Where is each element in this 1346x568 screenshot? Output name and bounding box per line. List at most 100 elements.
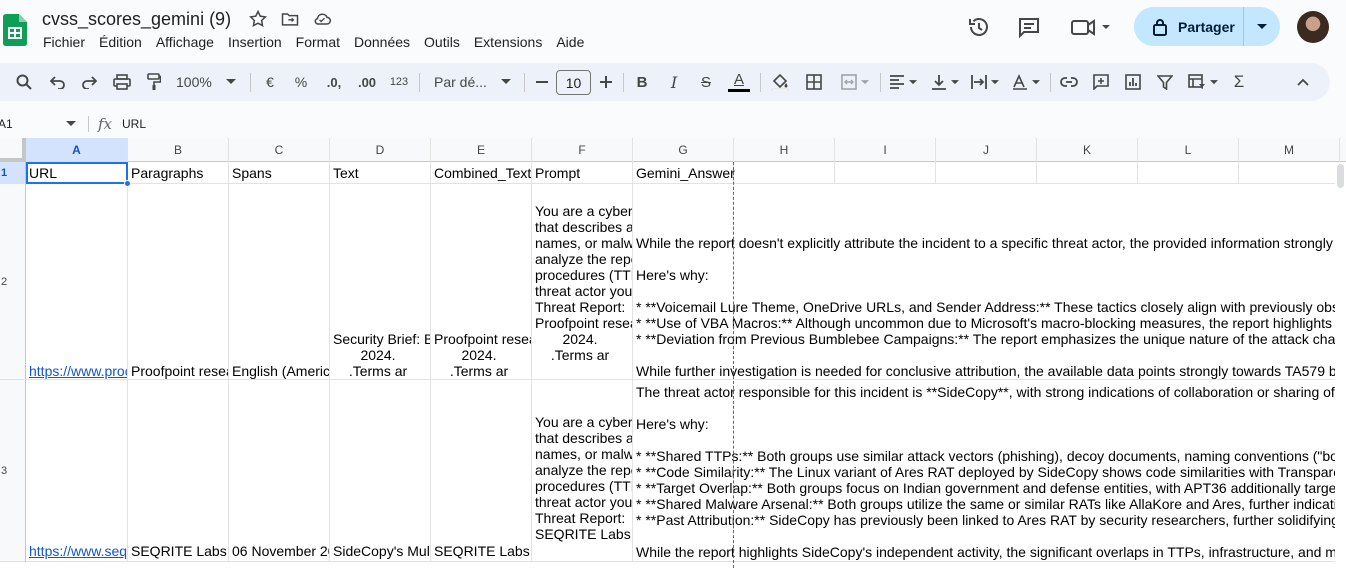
search-menu-icon[interactable] — [12, 63, 36, 101]
percent-format-button[interactable]: % — [291, 63, 311, 101]
cell-e3[interactable]: SEQRITE Labs / — [431, 380, 532, 562]
collapse-toolbar-icon[interactable] — [1292, 63, 1314, 101]
horizontal-align-icon[interactable] — [886, 63, 920, 101]
scrollbar-thumb[interactable] — [1337, 164, 1344, 188]
column-header-k[interactable]: K — [1037, 138, 1138, 162]
cell-l1[interactable] — [1138, 162, 1239, 184]
insert-link-icon[interactable] — [1058, 63, 1080, 101]
menu-edition[interactable]: Édition — [92, 34, 149, 50]
font-family-select[interactable]: Par dé... — [434, 63, 514, 101]
text-color-button[interactable]: A — [728, 63, 750, 101]
menu-format[interactable]: Format — [289, 34, 347, 50]
print-icon[interactable] — [110, 63, 134, 101]
cell-j1[interactable] — [936, 162, 1037, 184]
menu-extensions[interactable]: Extensions — [467, 34, 549, 50]
redo-icon[interactable] — [77, 63, 101, 101]
cell-b3[interactable]: SEQRITE Labs / — [128, 380, 229, 562]
insert-comment-icon[interactable] — [1090, 63, 1112, 101]
cell-c3[interactable]: 06 November 20 — [229, 380, 330, 562]
spreadsheet-grid[interactable]: A B C D E F G H I J K L M 1 2 3 URL Para… — [0, 138, 1346, 568]
column-header-d[interactable]: D — [330, 138, 431, 162]
menu-aide[interactable]: Aide — [549, 34, 591, 50]
column-header-e[interactable]: E — [431, 138, 532, 162]
text-wrapping-icon[interactable] — [968, 63, 1002, 101]
menu-affichage[interactable]: Affichage — [149, 34, 221, 50]
zoom-select[interactable]: 100% — [176, 63, 242, 101]
column-header-l[interactable]: L — [1138, 138, 1239, 162]
column-header-f[interactable]: F — [532, 138, 633, 162]
cell-f3[interactable]: You are a cybers that describes a names,… — [532, 380, 633, 562]
move-folder-icon[interactable] — [280, 9, 300, 29]
share-button[interactable]: Partager — [1134, 7, 1280, 46]
sheets-logo-icon[interactable] — [3, 14, 27, 46]
vertical-align-icon[interactable] — [928, 63, 962, 101]
cell-i1[interactable] — [835, 162, 936, 184]
insert-chart-icon[interactable] — [1122, 63, 1144, 101]
column-header-m[interactable]: M — [1239, 138, 1340, 162]
filter-icon[interactable] — [1154, 63, 1176, 101]
row-header-3[interactable]: 3 — [0, 380, 26, 562]
strikethrough-button[interactable]: S — [696, 63, 716, 101]
column-header-h[interactable]: H — [734, 138, 835, 162]
comments-icon[interactable] — [1017, 15, 1041, 39]
cell-b2[interactable]: Proofpoint resea — [128, 184, 229, 380]
column-header-i[interactable]: I — [835, 138, 936, 162]
cell-d3[interactable]: SideCopy's Mult — [330, 380, 431, 562]
cell-d2[interactable]: Security Brief: Bu 2024. .Terms ar — [330, 184, 431, 380]
select-all-corner[interactable] — [0, 138, 26, 162]
menu-fichier[interactable]: Fichier — [36, 34, 92, 50]
cell-f1[interactable]: Prompt — [532, 162, 633, 184]
undo-icon[interactable] — [46, 63, 70, 101]
formula-input[interactable]: URL — [122, 117, 146, 131]
row-header-2[interactable]: 2 — [0, 184, 26, 380]
fill-color-icon[interactable] — [769, 63, 791, 101]
cell-k1[interactable] — [1037, 162, 1138, 184]
cloud-saved-icon[interactable] — [312, 9, 332, 29]
cell-a3[interactable]: https://www.seqr — [26, 380, 128, 562]
url-link[interactable]: https://www.seqr — [29, 543, 127, 559]
cell-m1[interactable] — [1239, 162, 1340, 184]
column-header-a[interactable]: A — [26, 138, 128, 162]
cell-g1[interactable]: Gemini_Answer — [633, 162, 735, 184]
url-link[interactable]: https://www.proo — [29, 363, 127, 379]
column-header-j[interactable]: J — [936, 138, 1037, 162]
cell-c1[interactable]: Spans — [229, 162, 330, 184]
meet-video-icon[interactable] — [1070, 15, 1110, 39]
bold-button[interactable]: B — [632, 63, 652, 101]
font-size-increase-button[interactable] — [597, 63, 615, 101]
cell-e2[interactable]: Proofpoint resea 2024. .Terms ar — [431, 184, 532, 380]
filter-views-icon[interactable] — [1184, 63, 1222, 101]
row-header-1[interactable]: 1 — [0, 162, 26, 184]
name-box[interactable]: A1 — [0, 117, 13, 131]
menu-donnees[interactable]: Données — [347, 34, 417, 50]
borders-icon[interactable] — [803, 63, 825, 101]
chevron-down-icon[interactable] — [66, 121, 76, 127]
menu-outils[interactable]: Outils — [417, 34, 467, 50]
increase-decimals-button[interactable]: .00 — [354, 63, 380, 101]
merge-cells-icon[interactable] — [836, 63, 874, 101]
cell-h1[interactable] — [734, 162, 835, 184]
column-header-g[interactable]: G — [633, 138, 734, 162]
functions-button[interactable]: Σ — [1228, 63, 1250, 101]
column-header-b[interactable]: B — [128, 138, 229, 162]
cell-a1[interactable]: URL — [26, 162, 128, 184]
font-size-input[interactable]: 10 — [556, 70, 591, 95]
menu-insertion[interactable]: Insertion — [221, 34, 289, 50]
column-header-c[interactable]: C — [229, 138, 330, 162]
cell-b1[interactable]: Paragraphs — [128, 162, 229, 184]
history-icon[interactable] — [967, 15, 991, 39]
cell-c2[interactable]: English (America — [229, 184, 330, 380]
star-icon[interactable] — [248, 9, 268, 29]
vertical-scrollbar[interactable] — [1335, 162, 1346, 568]
cell-a2[interactable]: https://www.proo — [26, 184, 128, 380]
fill-handle[interactable] — [124, 180, 131, 187]
more-formats-button[interactable]: 123 — [388, 63, 410, 101]
currency-format-button[interactable]: € — [260, 63, 280, 101]
cell-e1[interactable]: Combined_Text — [431, 162, 532, 184]
decrease-decimals-button[interactable]: .0, — [322, 63, 346, 101]
font-size-decrease-button[interactable] — [533, 63, 551, 101]
paint-format-icon[interactable] — [142, 63, 166, 101]
cell-d1[interactable]: Text — [330, 162, 431, 184]
avatar[interactable] — [1297, 11, 1329, 43]
text-rotation-icon[interactable] — [1008, 63, 1044, 101]
